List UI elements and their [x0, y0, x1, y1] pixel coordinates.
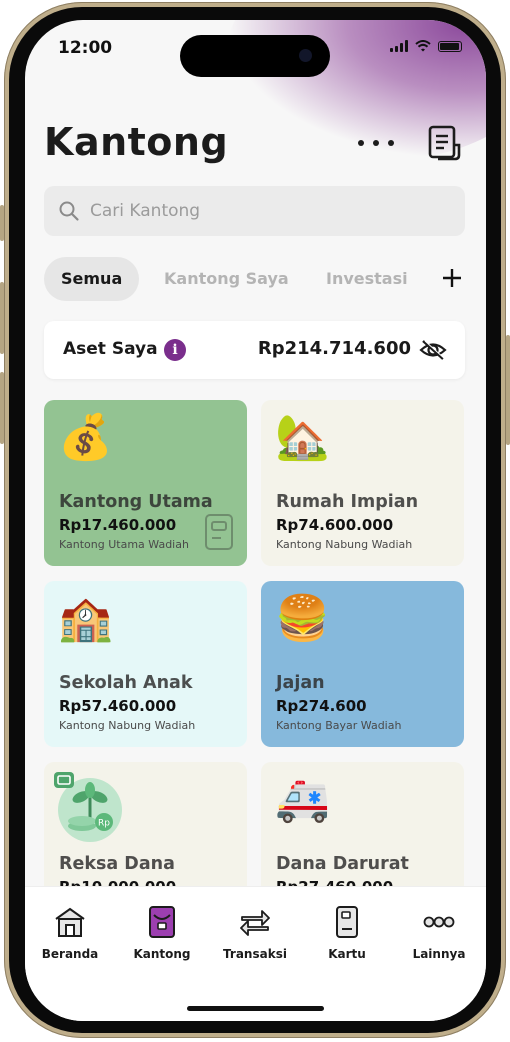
pocket-name: Rumah Impian [276, 492, 419, 512]
search-icon [59, 201, 79, 221]
pocket-amount: Rp274.600 [276, 697, 367, 715]
pocket-name: Dana Darurat [276, 854, 409, 874]
pocket-name: Sekolah Anak [59, 673, 193, 693]
status-time: 12:00 [58, 38, 113, 58]
svg-text:Rp: Rp [98, 819, 110, 829]
pocket-type: Kantong Bayar Wadiah [276, 719, 402, 732]
info-icon[interactable]: i [164, 339, 186, 361]
pocket-card-kantong-utama[interactable]: 💰 Kantong Utama Rp17.460.000 Kantong Uta… [44, 400, 247, 566]
nav-label: Lainnya [412, 947, 466, 961]
search-bar[interactable] [44, 186, 465, 236]
pocket-amount: Rp57.460.000 [59, 697, 177, 715]
battery-icon [438, 40, 462, 52]
tab-investasi[interactable]: Investasi [326, 257, 408, 301]
pocket-type: Kantong Utama Wadiah [59, 538, 189, 551]
add-pocket-icon[interactable] [439, 265, 465, 291]
school-icon: 🏫 [58, 593, 113, 644]
pocket-name: Jajan [276, 673, 325, 693]
pocket-type: Kantong Nabung Wadiah [59, 719, 196, 732]
asset-label: Aset Saya [63, 339, 158, 359]
nav-kartu[interactable]: Kartu [307, 905, 387, 961]
dynamic-island [180, 35, 330, 77]
nav-lainnya[interactable]: Lainnya [399, 905, 479, 961]
house-icon: 🏡 [275, 412, 330, 463]
nav-label: Kantong [133, 947, 191, 961]
pocket-amount: Rp74.600.000 [276, 516, 394, 534]
app-screen: 12:00 Kantong Semua Kantong Saya Investa… [25, 20, 486, 1021]
phone-button-silent [0, 205, 4, 241]
cellular-signal-icon [390, 40, 408, 52]
pocket-card-rumah-impian[interactable]: 🏡 Rumah Impian Rp74.600.000 Kantong Nabu… [261, 400, 464, 566]
ambulance-icon: 🚑 [275, 774, 330, 825]
nav-beranda[interactable]: Beranda [30, 905, 110, 961]
statement-document-icon[interactable] [427, 125, 461, 161]
page-title: Kantong [44, 120, 229, 164]
home-icon [55, 907, 85, 937]
bottom-navigation: Beranda Kantong Transaksi Kartu Lainnya [25, 886, 486, 1021]
pocket-icon [149, 906, 175, 938]
tab-kantong-saya[interactable]: Kantong Saya [164, 257, 289, 301]
search-input[interactable] [88, 200, 432, 222]
wadiah-card-icon [205, 514, 233, 550]
burger-icon: 🍔 [275, 593, 330, 644]
pocket-name: Reksa Dana [59, 854, 175, 874]
pocket-card-sekolah-anak[interactable]: 🏫 Sekolah Anak Rp57.460.000 Kantong Nabu… [44, 581, 247, 747]
wifi-icon [415, 40, 431, 52]
home-indicator[interactable] [187, 1006, 324, 1011]
tab-bar: Semua Kantong Saya Investasi [44, 257, 465, 301]
nav-transaksi[interactable]: Transaksi [215, 905, 295, 961]
pocket-card-jajan[interactable]: 🍔 Jajan Rp274.600 Kantong Bayar Wadiah [261, 581, 464, 747]
asset-summary: Aset Saya i Rp214.714.600 [44, 321, 465, 379]
more-options-button[interactable] [358, 138, 394, 148]
nav-kantong[interactable]: Kantong [122, 905, 202, 961]
phone-button-volume-up [0, 282, 4, 354]
money-bag-icon: 💰 [58, 412, 113, 463]
transfer-icon [240, 910, 270, 936]
status-icons [390, 40, 462, 52]
nav-label: Transaksi [223, 947, 287, 961]
hide-balance-icon[interactable] [419, 338, 447, 362]
pocket-type: Kantong Nabung Wadiah [276, 538, 413, 551]
nav-label: Beranda [41, 947, 99, 961]
asset-value: Rp214.714.600 [257, 338, 411, 359]
pocket-amount: Rp17.460.000 [59, 516, 177, 534]
investment-icon: Rp [54, 772, 122, 842]
phone-button-power [506, 335, 510, 445]
tab-semua[interactable]: Semua [44, 257, 140, 301]
nav-label: Kartu [328, 947, 366, 961]
pocket-name: Kantong Utama [59, 492, 213, 512]
more-icon [423, 916, 455, 928]
card-icon [336, 906, 358, 938]
phone-button-volume-down [0, 372, 4, 444]
